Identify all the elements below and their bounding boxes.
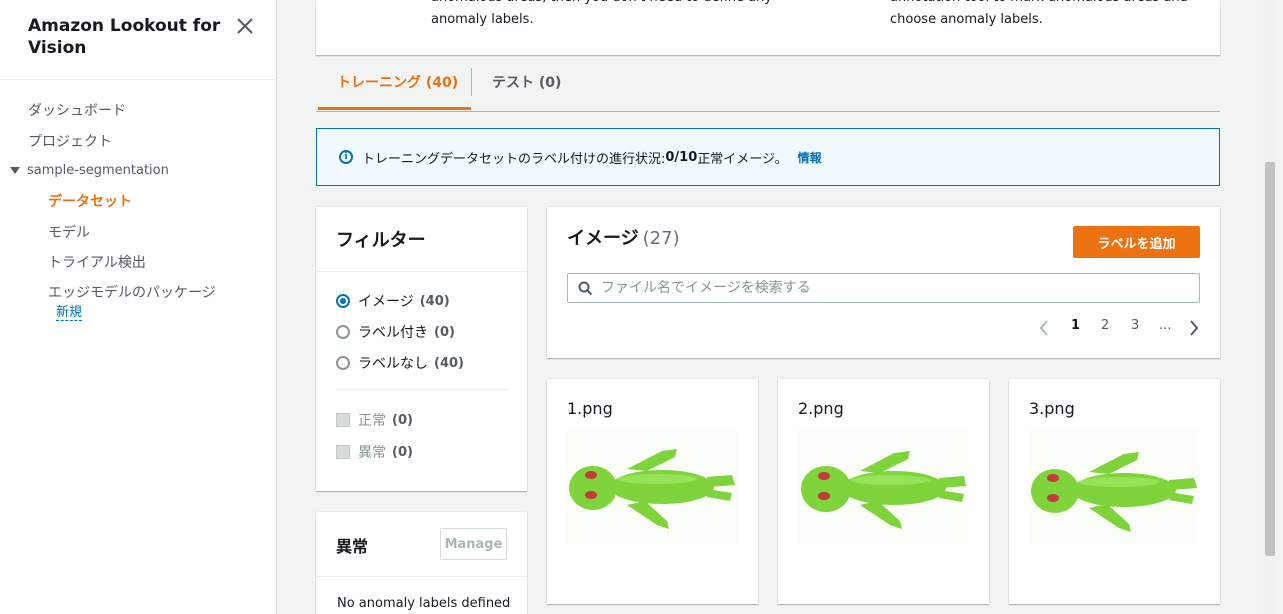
tab-separator (471, 68, 472, 96)
filter-option-count: (0) (434, 324, 455, 340)
filter-panel: フィルター イメージ (40) ラベル付き (0) ラベルなし (40) 正常 … (316, 207, 527, 491)
filter-option-label: ラベル付き (358, 325, 428, 341)
radio-icon[interactable] (336, 325, 350, 339)
filter-check-label: 異常 (358, 445, 386, 461)
image-filename[interactable]: 1.png (567, 399, 613, 418)
filter-option-count: (40) (434, 355, 464, 371)
scrollbar-thumb[interactable] (1265, 162, 1275, 556)
image-filename[interactable]: 2.png (798, 399, 844, 418)
filter-check-anomaly: 異常 (0) (336, 442, 413, 462)
image-card[interactable]: 1.png (547, 379, 758, 604)
filter-check-label: 正常 (358, 413, 386, 429)
method-left-line1: anomalous areas, then you don't need to … (431, 0, 772, 9)
page-3[interactable]: 3 (1131, 318, 1139, 333)
images-count: (27) (642, 228, 680, 249)
project-name: sample-segmentation (27, 163, 169, 178)
info-icon: i (339, 150, 353, 164)
filter-option-label: ラベルなし (358, 356, 428, 372)
manage-button[interactable]: Manage (440, 528, 507, 560)
nav-edge-packages[interactable]: エッジモデルのパッケージ (48, 282, 216, 302)
alert-progress: 0/10 (665, 149, 698, 165)
images-title: イメージ (27) (567, 224, 680, 250)
alien-figure-shape (801, 451, 966, 529)
labeling-method-card: anomalous areas, then you don't need to … (316, 0, 1220, 55)
tab-training[interactable]: トレーニング (40) (318, 62, 471, 110)
filter-option-unlabeled[interactable]: ラベルなし (40) (336, 353, 464, 373)
service-title[interactable]: Amazon Lookout for Vision (28, 15, 228, 59)
alien-figure-shape (569, 449, 735, 529)
tab-test[interactable]: テスト (0) (492, 62, 561, 110)
image-card[interactable]: 3.png (1009, 379, 1220, 604)
nav-project-sample-segmentation[interactable]: sample-segmentation (10, 163, 169, 178)
filter-title: フィルター (316, 207, 527, 272)
alien-figure-shape (1031, 452, 1197, 532)
anomaly-empty-text: No anomaly labels defined (337, 596, 511, 611)
page-ellipsis: ... (1159, 318, 1172, 333)
alien-figure-thumbnail[interactable] (567, 429, 737, 544)
radio-selected-icon[interactable] (336, 294, 350, 308)
search-icon (578, 281, 593, 295)
images-panel: イメージ(27) ラベルを追加 1 2 3 ... (547, 207, 1220, 358)
image-search-input[interactable] (601, 280, 1181, 296)
page-2[interactable]: 2 (1101, 318, 1109, 333)
images-title-text: イメージ (567, 228, 639, 249)
pagination: 1 2 3 ... (1037, 318, 1202, 338)
alert-suffix: 正常イメージ。 (697, 151, 788, 167)
checkbox-disabled-icon (336, 413, 350, 427)
nav-trial-detection[interactable]: トライアル検出 (48, 252, 146, 272)
chevron-left-icon[interactable] (1039, 320, 1049, 336)
page-scrollbar[interactable] (1263, 0, 1277, 614)
add-labels-button[interactable]: ラベルを追加 (1073, 226, 1200, 258)
filter-option-images[interactable]: イメージ (40) (336, 291, 450, 311)
nav-dashboard[interactable]: ダッシュボード (28, 100, 126, 120)
method-left-line2: anomaly labels. (431, 12, 534, 27)
image-filename[interactable]: 3.png (1029, 399, 1075, 418)
alien-figure-thumbnail[interactable] (1029, 429, 1199, 544)
chevron-right-icon[interactable] (1189, 320, 1199, 336)
nav-models[interactable]: モデル (48, 222, 90, 242)
nav-projects[interactable]: プロジェクト (28, 131, 112, 151)
filter-check-count: (0) (392, 444, 413, 460)
info-link[interactable]: 情報 (798, 149, 822, 166)
image-search-box[interactable] (567, 273, 1200, 303)
alert-prefix: トレーニングデータセットのラベル付けの進行状況: (362, 151, 666, 167)
method-right-line2: choose anomaly labels. (890, 12, 1043, 27)
filter-check-count: (0) (392, 412, 413, 428)
dataset-tabs: トレーニング (40) テスト (0) (316, 62, 1220, 112)
filter-option-label: イメージ (358, 294, 414, 310)
anomaly-labels-panel: 異常 Manage No anomaly labels defined (316, 512, 527, 614)
radio-icon[interactable] (336, 356, 350, 370)
page-1[interactable]: 1 (1071, 318, 1080, 333)
checkbox-disabled-icon (336, 445, 350, 459)
filter-option-labeled[interactable]: ラベル付き (0) (336, 322, 455, 342)
close-icon[interactable] (236, 17, 254, 35)
filter-option-count: (40) (419, 293, 450, 309)
anomaly-panel-header: 異常 Manage (316, 512, 527, 577)
sidebar-header: Amazon Lookout for Vision (0, 0, 276, 80)
image-card[interactable]: 2.png (778, 379, 989, 604)
filter-check-normal: 正常 (0) (336, 410, 413, 430)
caret-down-icon (10, 167, 20, 174)
new-badge: 新規 (56, 305, 83, 321)
anomaly-panel-title: 異常 (336, 537, 369, 556)
filter-divider (336, 389, 507, 390)
method-right-line1: annotation tool to mark anomalous areas … (890, 0, 1188, 9)
side-navigation: Amazon Lookout for Vision ダッシュボード プロジェクト… (0, 0, 277, 614)
nav-dataset[interactable]: データセット (48, 191, 132, 211)
alien-figure-thumbnail[interactable] (798, 429, 968, 544)
labeling-progress-alert: i トレーニングデータセットのラベル付けの進行状況: 0/10 正常イメージ。 … (316, 128, 1220, 186)
